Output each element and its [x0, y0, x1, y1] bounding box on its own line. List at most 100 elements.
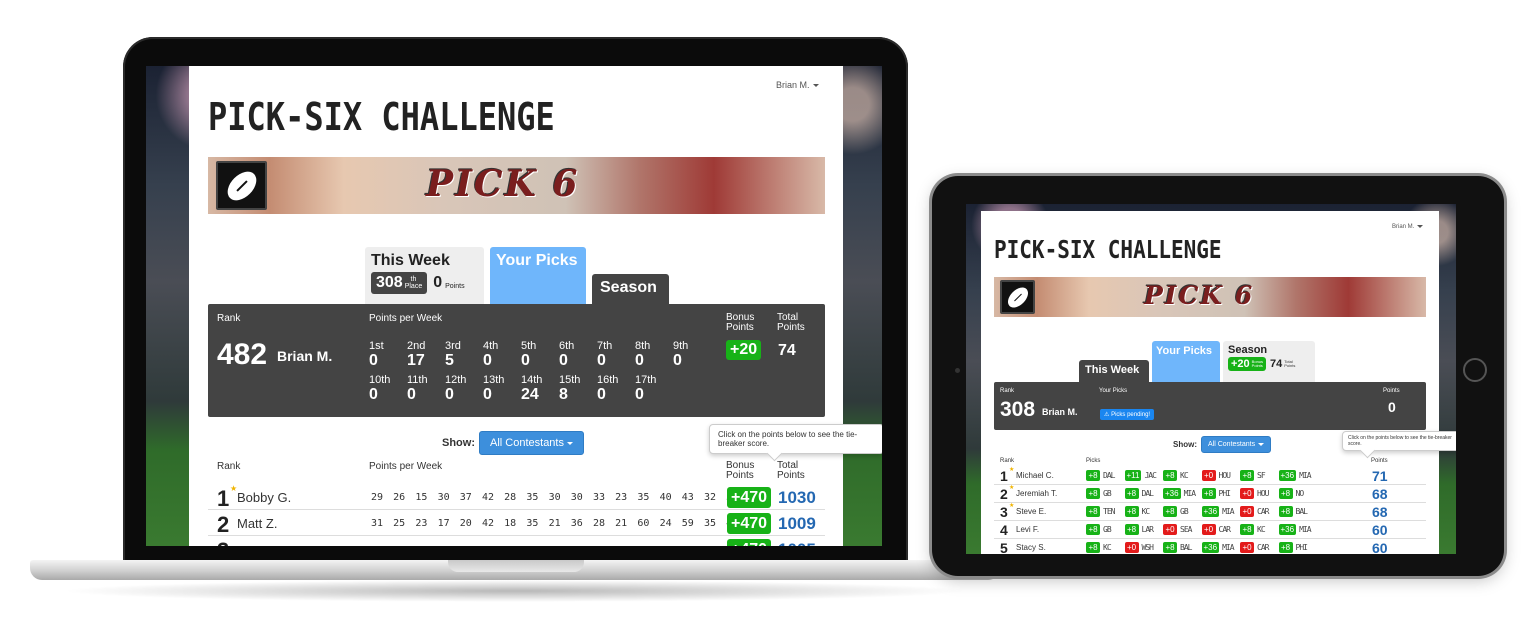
user-menu[interactable]: Brian M. [776, 80, 819, 90]
banner-text: PICK 6 [426, 163, 580, 205]
pick-team: WSH [1141, 543, 1154, 552]
user-name: Brian M. [277, 348, 333, 364]
row-rank: 2 [1000, 486, 1008, 502]
pick-score-win: +8 [1086, 488, 1100, 499]
week-value: 0 [483, 386, 492, 403]
week-points: 21 [615, 518, 628, 529]
week-value: 0 [407, 386, 416, 403]
week-label: 14th [521, 374, 543, 386]
total-points-link[interactable]: 1030 [778, 488, 816, 508]
pick-score-win: +11 [1124, 470, 1142, 481]
week-cell: 17th 0 [635, 374, 656, 403]
total-points-link[interactable]: 68 [1372, 504, 1388, 520]
pick-cell: +0 CAR [1240, 506, 1269, 517]
total-points-link[interactable]: 68 [1372, 486, 1388, 502]
week-label: 1st [369, 340, 384, 352]
tab-season-label: Season [600, 279, 657, 296]
pick-score-win: +8 [1124, 524, 1139, 535]
tablet-screen: Brian M. PICK-SIX CHALLENGE PICK 6 This … [966, 204, 1456, 554]
pick-score-win: +8 [1086, 524, 1100, 535]
col-rank: Rank [1000, 458, 1015, 464]
week-cell: 4th 0 [483, 340, 498, 369]
pick-score-win: +8 [1163, 542, 1177, 553]
week-cell: 2nd 17 [407, 340, 425, 369]
pick-cell: +8 KC [1240, 524, 1266, 535]
pick6-banner: PICK 6 [208, 157, 825, 214]
tab-this-week[interactable]: This Week [1079, 360, 1149, 382]
total-points-link[interactable]: 71 [1372, 468, 1388, 484]
points-label: Points [1383, 388, 1400, 394]
tab-season[interactable]: Season [592, 274, 669, 304]
week-points: 35 [703, 518, 717, 529]
football-logo [216, 161, 267, 210]
bonus-badge: +470 [727, 539, 772, 546]
week-points: 37 [459, 492, 472, 503]
tab-season-label: Season [1228, 344, 1268, 356]
pick-cell: +8 BAL [1163, 542, 1192, 553]
pick-team: SF [1257, 471, 1266, 480]
pick-team: GB [1103, 489, 1112, 498]
pick-cell: +8 SF [1240, 470, 1266, 481]
pick-team: MIA [1222, 543, 1234, 552]
football-logo [1000, 280, 1035, 314]
week-points: 42 [481, 518, 495, 529]
week-points: 24 [659, 518, 672, 529]
total-points-link[interactable]: 60 [1372, 540, 1388, 554]
user-menu[interactable]: Brian M. [1392, 224, 1424, 230]
week-cell: 10th 0 [369, 374, 390, 403]
week-label: 8th [635, 340, 651, 352]
total-points-link[interactable]: 1009 [778, 514, 816, 534]
week-value: 8 [559, 386, 568, 403]
user-rank: 308 [1000, 398, 1036, 421]
week-cell: 9th 0 [673, 340, 688, 369]
pick-team: DAL [1141, 489, 1154, 498]
tab-this-week[interactable]: This Week 308 th Place 0 Points [365, 247, 484, 304]
row-rank: 5 [1000, 540, 1008, 554]
pick-cell: +36 MIA [1278, 470, 1312, 481]
week-cell: 16th 0 [597, 374, 618, 403]
total-points-link[interactable]: 1005 [778, 540, 816, 546]
contestant-filter-dropdown[interactable]: All Contestants [479, 431, 584, 455]
tab-your-picks[interactable]: Your Picks [490, 247, 586, 304]
pick-team: JAC [1144, 471, 1156, 480]
tablet-home-button [1463, 358, 1487, 382]
week-value: 17 [407, 352, 425, 369]
week-label: 13th [483, 374, 505, 386]
laptop-page: Brian M. PICK-SIX CHALLENGE PICK 6 This … [189, 66, 882, 546]
week-cell: 12th 0 [445, 374, 466, 403]
pick-team: SEA [1180, 525, 1192, 534]
week-points: 35 [526, 518, 539, 529]
week-points: 28 [592, 518, 606, 529]
pick-score-loss: +0 [1201, 470, 1216, 481]
tiebreaker-tooltip: Click on the points below to see the tie… [709, 424, 882, 454]
warning-icon: ⚠ [1104, 412, 1110, 418]
week-cell: 6th 0 [559, 340, 574, 369]
app-title: PICK-SIX CHALLENGE [994, 235, 1222, 264]
place-suffix: th [410, 276, 417, 283]
total-points-link[interactable]: 60 [1372, 522, 1388, 538]
tab-season[interactable]: Season +20 Bonus Points 74 Total Points [1223, 341, 1315, 382]
pick-team: BAL [1295, 507, 1308, 516]
caret-down-icon [1258, 442, 1265, 446]
pick-team: MIA [1183, 489, 1196, 498]
trophy-icon: ★ [1009, 467, 1015, 473]
week-value: 0 [483, 352, 492, 369]
week-points: 20 [459, 518, 472, 529]
pick-team: BAL [1180, 543, 1192, 552]
contestant-name: Michael C. [1016, 471, 1054, 480]
week-points: 18 [504, 518, 517, 529]
pick-team: GB [1180, 507, 1189, 516]
week-value: 0 [597, 386, 606, 403]
place-label: Place [404, 283, 423, 290]
total-points-label: Total Points [777, 312, 805, 333]
bonus-points-label: Bonus Points [726, 312, 755, 333]
col-total-points: Total Points [777, 460, 805, 481]
pick-cell: +8 KC [1163, 470, 1189, 481]
pick-cell: +8 LAR [1124, 524, 1154, 535]
week-cell: 7th 0 [597, 340, 612, 369]
row-rank: 3 [1000, 504, 1008, 520]
tab-your-picks[interactable]: Your Picks [1152, 341, 1220, 382]
filter-row: Show: All Contestants [1173, 436, 1272, 453]
contestant-filter-dropdown[interactable]: All Contestants [1201, 436, 1272, 453]
season-total-points: 74 [778, 342, 796, 359]
